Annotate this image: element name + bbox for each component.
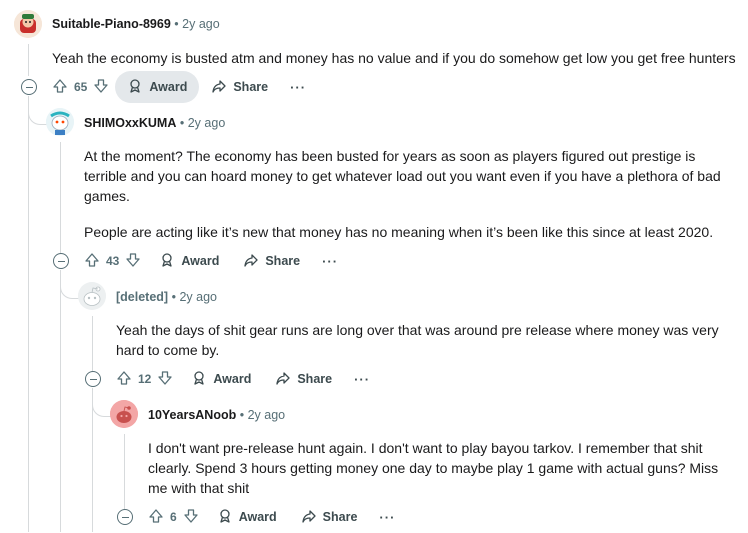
- award-icon: [159, 252, 175, 271]
- award-button[interactable]: Award: [115, 71, 200, 103]
- avatar[interactable]: [46, 108, 74, 136]
- comment-actions: 6 Award Share ···: [148, 501, 405, 533]
- vote-group: 65: [52, 78, 109, 97]
- author-name[interactable]: Suitable-Piano-8969: [52, 17, 171, 31]
- author-name[interactable]: SHIMOxxKUMA: [84, 116, 176, 130]
- share-label: Share: [233, 80, 269, 94]
- comment-meta: 10YearsANoob • 2y ago: [148, 408, 285, 422]
- comment-meta: [deleted] • 2y ago: [116, 290, 217, 304]
- comment-meta: Suitable-Piano-8969 • 2y ago: [52, 17, 220, 31]
- separator: •: [174, 17, 179, 31]
- collapse-button[interactable]: [85, 371, 101, 387]
- vote-group: 43: [84, 252, 141, 271]
- share-icon: [243, 252, 259, 271]
- share-button[interactable]: Share: [263, 363, 344, 395]
- collapse-button[interactable]: [21, 79, 37, 95]
- comment-actions: 43 Award Share ···: [84, 245, 348, 277]
- comment-actions: 65 Award Share ···: [52, 71, 316, 103]
- award-label: Award: [213, 372, 252, 386]
- upvote-icon[interactable]: [116, 370, 132, 389]
- timestamp[interactable]: 2y ago: [179, 290, 217, 304]
- separator: •: [171, 290, 176, 304]
- thread-line: [92, 316, 93, 372]
- award-button[interactable]: Award: [179, 363, 263, 395]
- downvote-icon[interactable]: [125, 252, 141, 271]
- share-label: Share: [297, 372, 333, 386]
- more-options-button[interactable]: ···: [280, 80, 316, 95]
- award-icon: [127, 78, 143, 97]
- avatar[interactable]: [14, 10, 42, 38]
- more-options-button[interactable]: ···: [312, 254, 348, 269]
- avatar[interactable]: [110, 400, 138, 428]
- vote-count: 65: [74, 80, 88, 94]
- share-button[interactable]: Share: [289, 501, 370, 533]
- thread-line: [28, 96, 29, 532]
- timestamp[interactable]: 2y ago: [182, 17, 220, 31]
- downvote-icon[interactable]: [183, 508, 199, 527]
- separator: •: [179, 116, 185, 130]
- share-label: Share: [265, 254, 301, 268]
- downvote-icon[interactable]: [93, 78, 109, 97]
- comment-actions: 12 Award Share ···: [116, 363, 380, 395]
- upvote-icon[interactable]: [52, 78, 68, 97]
- award-button[interactable]: Award: [205, 501, 289, 533]
- more-options-button[interactable]: ···: [344, 372, 380, 387]
- vote-group: 12: [116, 370, 173, 389]
- comment-paragraph: People are acting like it’s new that mon…: [84, 224, 714, 240]
- award-icon: [191, 370, 207, 389]
- author-name: [deleted]: [116, 290, 169, 304]
- thread-line: [60, 270, 61, 532]
- comment-paragraph: At the moment? The economy has been bust…: [84, 148, 721, 204]
- award-label: Award: [238, 510, 277, 524]
- thread-line: [60, 142, 61, 254]
- share-button[interactable]: Share: [199, 71, 280, 103]
- avatar[interactable]: [78, 282, 106, 310]
- separator: •: [239, 408, 245, 422]
- collapse-button[interactable]: [53, 253, 69, 269]
- downvote-icon[interactable]: [157, 370, 173, 389]
- share-button[interactable]: Share: [231, 245, 312, 277]
- comment-body: I don't want pre-release hunt again. I d…: [148, 438, 728, 498]
- more-options-button[interactable]: ···: [369, 510, 405, 525]
- timestamp[interactable]: 2y ago: [188, 116, 226, 130]
- share-icon: [301, 508, 317, 527]
- comment-paragraph: Yeah the days of shit gear runs are long…: [116, 322, 719, 358]
- author-name[interactable]: 10YearsANoob: [148, 408, 236, 422]
- award-icon: [217, 508, 233, 527]
- comment-body: At the moment? The economy has been bust…: [84, 146, 724, 242]
- comment-meta: SHIMOxxKUMA • 2y ago: [84, 116, 225, 130]
- comment-body: Yeah the economy is busted atm and money…: [52, 48, 742, 68]
- upvote-icon[interactable]: [84, 252, 100, 271]
- upvote-icon[interactable]: [148, 508, 164, 527]
- comment-paragraph: Yeah the economy is busted atm and money…: [52, 50, 736, 66]
- share-label: Share: [322, 510, 358, 524]
- comment-paragraph: I don't want pre-release hunt again. I d…: [148, 440, 719, 496]
- timestamp[interactable]: 2y ago: [248, 408, 286, 422]
- thread-line: [124, 434, 125, 510]
- award-label: Award: [149, 80, 188, 94]
- award-label: Award: [181, 254, 220, 268]
- vote-count: 43: [106, 254, 120, 268]
- vote-group: 6: [148, 508, 199, 527]
- comment-body: Yeah the days of shit gear runs are long…: [116, 320, 726, 360]
- vote-count: 12: [138, 372, 152, 386]
- collapse-button[interactable]: [117, 509, 133, 525]
- vote-count: 6: [170, 510, 177, 524]
- thread-line: [28, 44, 29, 76]
- award-button[interactable]: Award: [147, 245, 231, 277]
- share-icon: [275, 370, 291, 389]
- share-icon: [211, 78, 227, 97]
